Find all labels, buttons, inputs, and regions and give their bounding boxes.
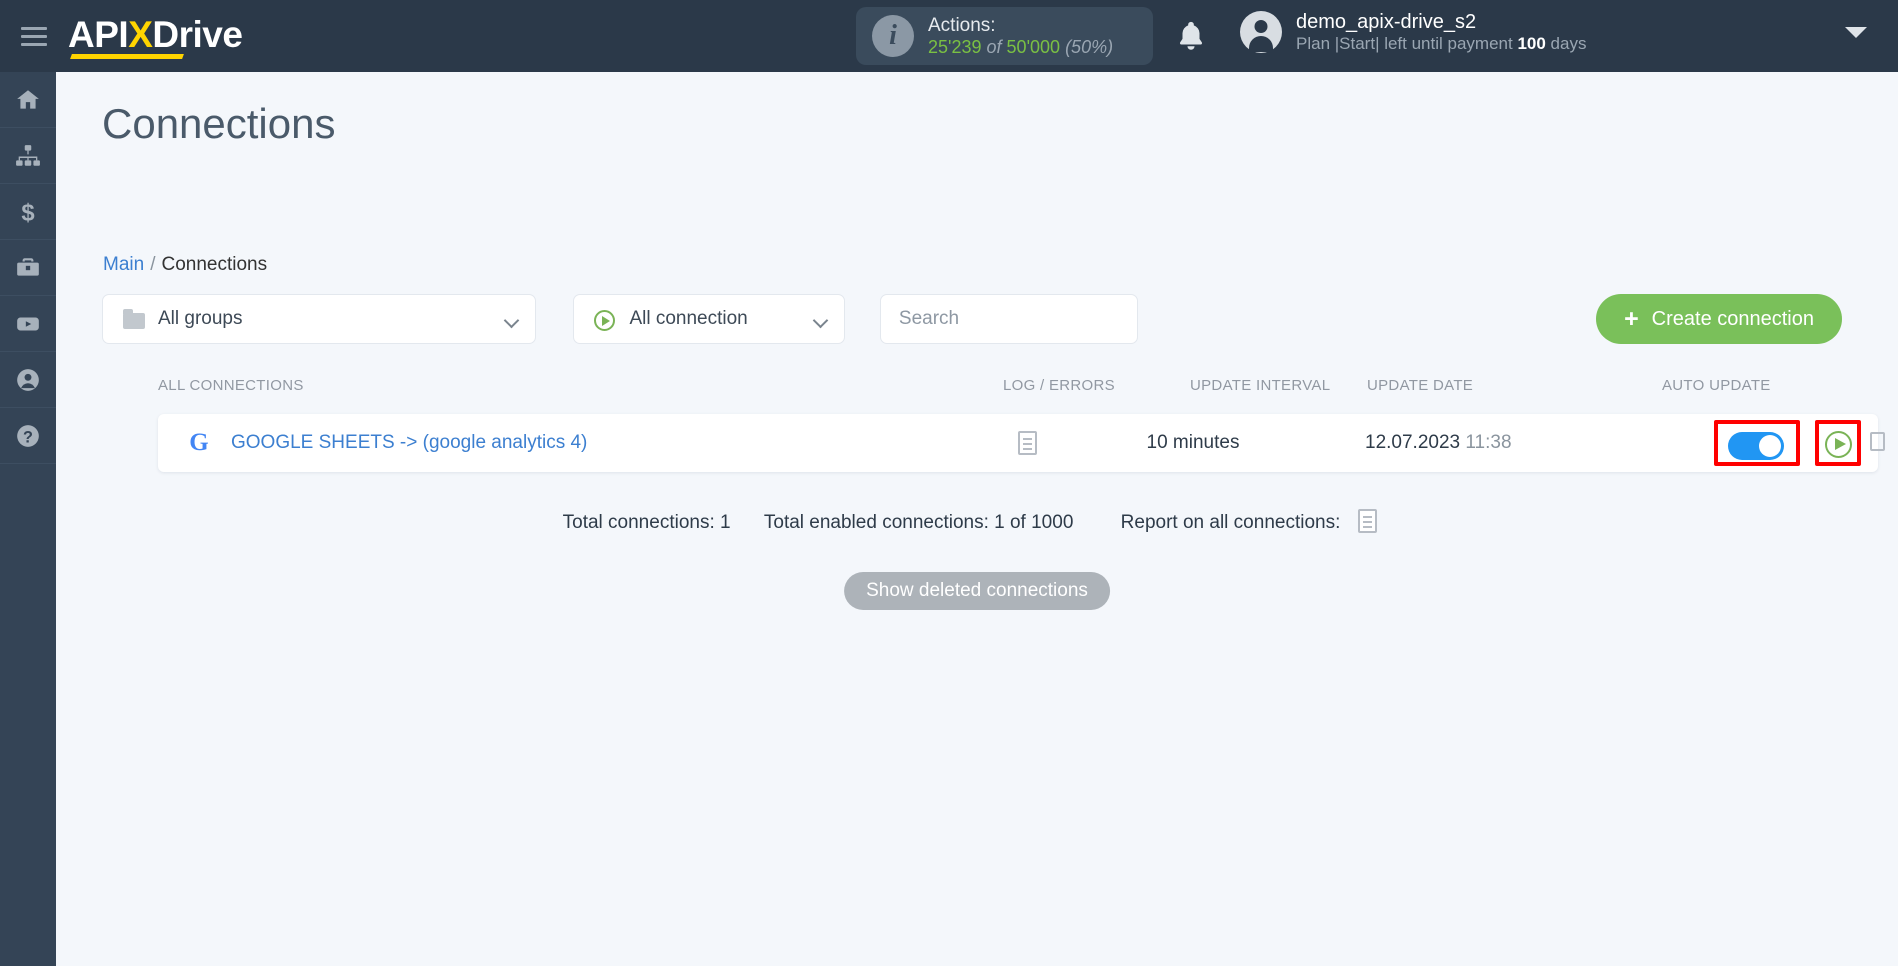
connection-filter-select[interactable]: All connection <box>573 294 846 344</box>
actions-of: of <box>986 36 1002 57</box>
sidebar-item-account[interactable] <box>0 352 56 408</box>
apix-drive-logo[interactable]: APIXDrive <box>68 13 243 59</box>
update-time: 11:38 <box>1465 432 1512 453</box>
sidebar-item-billing[interactable]: $ <box>0 184 56 240</box>
report-label: Report on all connections: <box>1120 512 1341 533</box>
svg-text:?: ? <box>23 428 33 446</box>
breadcrumb-current: Connections <box>161 254 268 275</box>
update-date-value: 12.07.2023 11:38 <box>1365 432 1512 454</box>
logo-underline <box>70 53 184 59</box>
sidebar-item-home[interactable] <box>0 72 56 128</box>
logo-part-2: Drive <box>152 13 243 55</box>
plan-prefix: Plan |Start| left until payment <box>1296 34 1518 53</box>
page-title: Connections <box>102 100 336 147</box>
account-chevron-down-icon[interactable] <box>1845 27 1867 38</box>
actions-label: Actions: <box>928 14 996 36</box>
connection-filter-value: All connection <box>629 308 748 329</box>
toggle-knob <box>1759 435 1781 457</box>
groups-filter-value: All groups <box>158 308 243 329</box>
left-navigation: $ ? <box>0 72 56 966</box>
copy-icon[interactable] <box>1870 429 1895 452</box>
info-icon: i <box>872 15 914 57</box>
logo-part-1: API <box>68 13 129 55</box>
top-bar: APIXDrive i Actions: 25'239 of 50'000 (5… <box>0 0 1898 72</box>
plus-icon: + <box>1624 304 1639 333</box>
column-header-auto-update: AUTO UPDATE <box>1662 377 1771 394</box>
hamburger-bar <box>21 26 47 30</box>
column-header-log-errors: LOG / ERRORS <box>1003 377 1115 394</box>
table-header: ALL CONNECTIONS LOG / ERRORS UPDATE INTE… <box>158 377 1876 403</box>
sidebar-item-connections[interactable] <box>0 128 56 184</box>
hamburger-bar <box>21 42 47 46</box>
question-icon: ? <box>17 424 39 447</box>
update-date: 12.07.2023 <box>1365 432 1461 453</box>
total-enabled-connections: Total enabled connections: 1 of 1000 <box>763 512 1074 533</box>
hamburger-bar <box>21 34 47 38</box>
run-icon[interactable] <box>1825 431 1852 458</box>
actions-text: Actions: 25'239 of 50'000 (50%) <box>928 15 1113 58</box>
actions-total: 50'000 <box>1006 36 1061 57</box>
chevron-down-icon <box>813 312 829 329</box>
user-name: demo_apix-drive_s2 <box>1296 11 1477 33</box>
user-plan: Plan |Start| left until payment 100 days <box>1296 34 1586 54</box>
groups-filter-select[interactable]: All groups <box>102 294 536 344</box>
search-box[interactable] <box>879 294 1138 344</box>
logo-x: X <box>128 13 153 55</box>
sidebar-item-video[interactable] <box>0 296 56 352</box>
user-icon <box>17 368 39 391</box>
user-account-block[interactable]: demo_apix-drive_s2 Plan |Start| left unt… <box>1240 10 1586 54</box>
avatar <box>1240 11 1282 54</box>
briefcase-icon <box>17 257 39 276</box>
home-icon <box>17 89 39 109</box>
auto-update-toggle[interactable] <box>1728 432 1784 460</box>
actions-used: 25'239 <box>928 36 982 57</box>
play-circle-icon <box>594 310 616 331</box>
google-icon: G <box>189 429 209 456</box>
column-header-update-date: UPDATE DATE <box>1367 377 1474 394</box>
log-document-icon[interactable] <box>1018 431 1037 455</box>
create-connection-label: Create connection <box>1651 307 1814 330</box>
breadcrumb-main-link[interactable]: Main <box>103 254 144 275</box>
sidebar-item-help[interactable]: ? <box>0 408 56 464</box>
actions-percent: (50%) <box>1065 36 1114 57</box>
report-on-all-connections: Report on all connections: <box>1107 509 1392 533</box>
folder-icon <box>123 309 145 329</box>
update-interval-value: 10 minutes <box>1146 432 1240 453</box>
show-deleted-connections-button[interactable]: Show deleted connections <box>844 572 1110 610</box>
hamburger-menu-icon[interactable] <box>6 0 62 72</box>
youtube-icon <box>17 317 39 330</box>
create-connection-button[interactable]: + Create connection <box>1596 294 1842 344</box>
chevron-down-icon <box>503 312 520 329</box>
summary-row: Total connections: 1 Total enabled conne… <box>56 509 1898 534</box>
column-header-update-interval: UPDATE INTERVAL <box>1190 377 1331 394</box>
plan-suffix: days <box>1545 34 1587 53</box>
actions-counter[interactable]: i Actions: 25'239 of 50'000 (50%) <box>856 7 1153 65</box>
actions-values: 25'239 of 50'000 (50%) <box>928 37 1113 58</box>
breadcrumb-separator: / <box>150 254 156 275</box>
column-header-all-connections: ALL CONNECTIONS <box>158 377 304 394</box>
filters-row: All groups All connection <box>102 294 1138 344</box>
search-input[interactable] <box>880 295 1137 343</box>
notification-bell-icon[interactable] <box>1174 19 1208 53</box>
report-document-icon[interactable] <box>1358 509 1378 533</box>
svg-text:$: $ <box>21 199 34 224</box>
main-content: Connections Main / Connections All groups … <box>56 72 1898 966</box>
dollar-icon: $ <box>21 199 34 224</box>
plan-days: 100 <box>1517 34 1546 53</box>
user-text: demo_apix-drive_s2 Plan |Start| left unt… <box>1296 10 1586 54</box>
connection-name-link[interactable]: GOOGLE SHEETS -> (google analytics 4) <box>231 432 587 454</box>
sitemap-icon <box>16 144 40 166</box>
table-row: G GOOGLE SHEETS -> (google analytics 4) … <box>158 414 1895 472</box>
total-connections: Total connections: 1 <box>562 512 731 533</box>
breadcrumb: Main / Connections <box>103 254 267 276</box>
sidebar-item-business[interactable] <box>0 240 56 296</box>
